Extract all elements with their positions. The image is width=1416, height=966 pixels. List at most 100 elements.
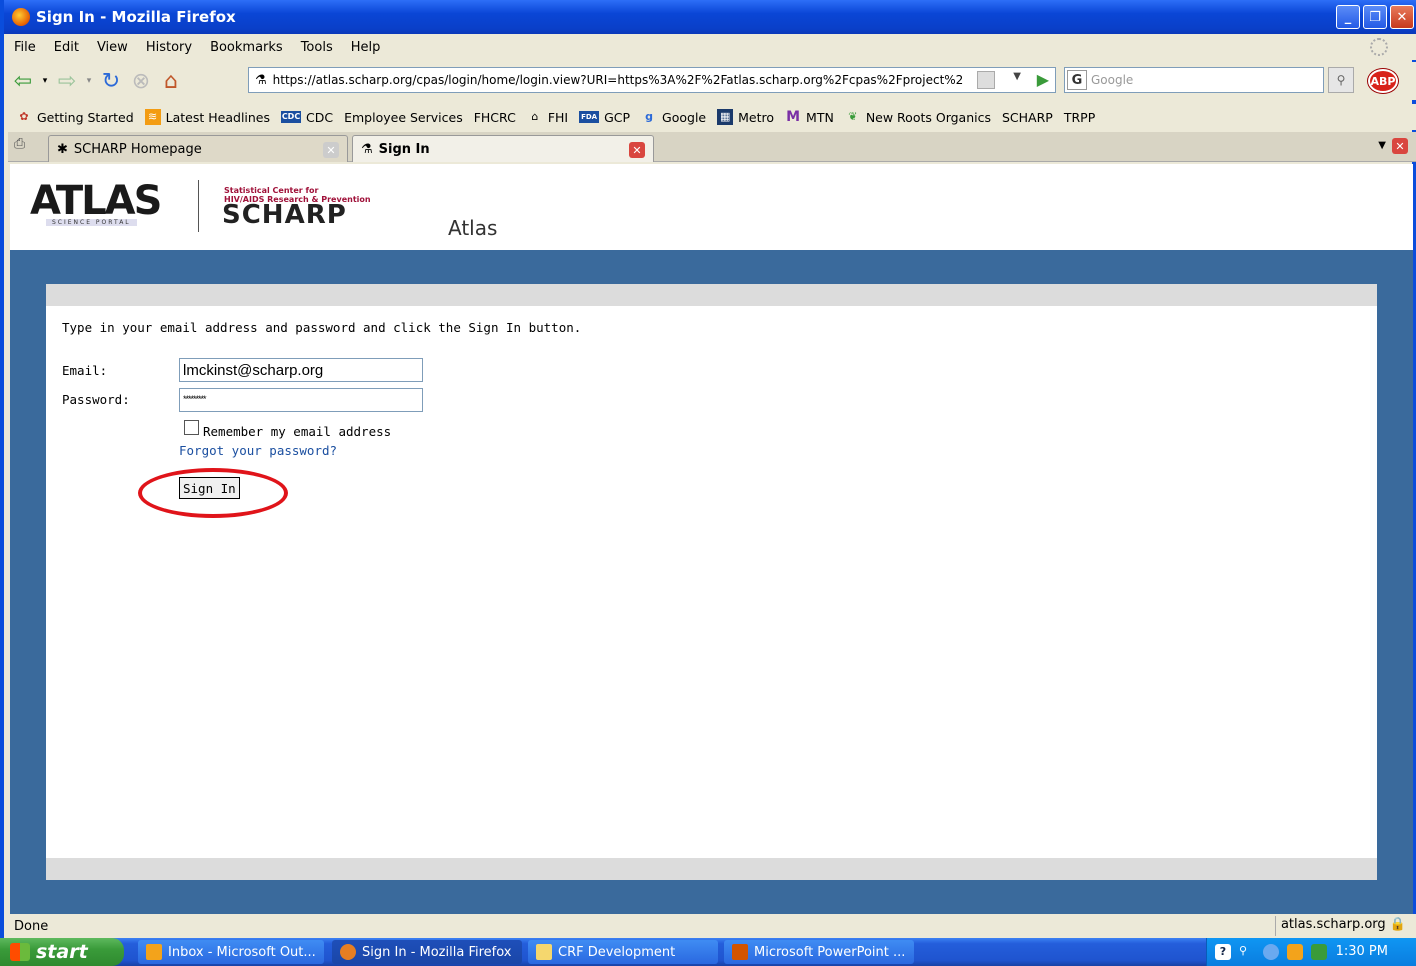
- search-box[interactable]: G Google: [1064, 67, 1324, 93]
- task-crf-development[interactable]: CRF Development: [528, 940, 718, 964]
- task-powerpoint[interactable]: Microsoft PowerPoint ...: [724, 940, 914, 964]
- feed-icon[interactable]: [977, 71, 995, 89]
- tab-close-icon[interactable]: ✕: [323, 142, 339, 158]
- bookmarks-toolbar: ✿ Getting Started ≋ Latest Headlines CDC CD…: [8, 104, 1416, 284]
- google-icon: g: [645, 110, 653, 123]
- bookmark-trpp[interactable]: TRPP: [14, 110, 1095, 284]
- site-flask-icon: ⚗: [255, 72, 267, 88]
- browser-window: Sign In - Mozilla Firefox _ ❐ ✕ File Edi…: [0, 0, 1416, 938]
- google-engine-icon[interactable]: G: [1067, 70, 1087, 90]
- close-button[interactable]: ✕: [1390, 5, 1414, 29]
- new-tab-icon[interactable]: ⎙: [14, 136, 40, 158]
- network-icon[interactable]: ⚲: [1239, 944, 1255, 960]
- panel-bottom-bar: [46, 858, 1377, 880]
- throbber-icon: [1370, 38, 1388, 56]
- tab-list-dropdown-icon[interactable]: ▼: [1378, 140, 1386, 151]
- tab-close-icon[interactable]: ✕: [629, 142, 645, 158]
- firefox-icon: [12, 8, 30, 26]
- powerpoint-icon: [732, 944, 748, 960]
- login-instructions: Type in your email address and password …: [62, 320, 582, 335]
- password-field[interactable]: *********: [179, 388, 423, 412]
- metro-icon: ▦: [717, 109, 734, 125]
- menu-bookmarks[interactable]: Bookmarks: [210, 40, 283, 55]
- bookmark-gcp[interactable]: FDA GCP: [579, 110, 630, 125]
- search-magnifier-button[interactable]: ⚲: [1328, 67, 1354, 93]
- search-placeholder: Google: [1091, 73, 1134, 87]
- menu-file[interactable]: File: [14, 40, 36, 55]
- back-button[interactable]: ⇦: [8, 67, 38, 95]
- clock: 1:30 PM: [1335, 944, 1388, 959]
- forward-history-dropdown[interactable]: ▾: [82, 67, 96, 95]
- back-circle-icon[interactable]: [1263, 944, 1279, 960]
- restore-button[interactable]: ❐: [1363, 5, 1387, 29]
- url-dropdown-icon[interactable]: ▼: [1013, 71, 1021, 82]
- security-tray-icon[interactable]: [1311, 944, 1327, 960]
- flask-favicon-icon: ⚗: [361, 141, 373, 157]
- panel-top-bar: [46, 284, 1377, 306]
- title-bar[interactable]: Sign In - Mozilla Firefox _ ❐ ✕: [4, 0, 1416, 34]
- firefox-bookmark-icon: ✿: [19, 110, 29, 123]
- adblock-plus-button[interactable]: ABP: [1368, 69, 1398, 93]
- atlas-logo-subtitle: SCIENCE PORTAL: [46, 219, 137, 226]
- bookmark-getting-started[interactable]: ✿ Getting Started: [16, 109, 133, 125]
- window-title: Sign In - Mozilla Firefox: [36, 8, 236, 26]
- go-arrow-icon[interactable]: ▶: [1037, 70, 1049, 89]
- status-text: Done: [14, 918, 49, 934]
- email-label: Email:: [62, 363, 108, 378]
- firefox-icon: [340, 944, 356, 960]
- url-bar[interactable]: ⚗ https://atlas.scharp.org/cpas/login/ho…: [248, 67, 1056, 93]
- bookmark-fhcrc[interactable]: FHCRC: [14, 110, 516, 284]
- menu-tools[interactable]: Tools: [301, 40, 333, 55]
- bookmark-new-roots-organics[interactable]: ❦ New Roots Organics: [845, 109, 991, 125]
- navigation-toolbar: ⇦ ▾ ⇨ ▾ ↻ ⊗ ⌂ ⚗ https://atlas.scharp.org…: [8, 62, 1416, 100]
- remember-email-checkbox[interactable]: [184, 420, 199, 435]
- menu-history[interactable]: History: [146, 40, 192, 55]
- forgot-password-link[interactable]: Forgot your password?: [179, 443, 337, 458]
- header-divider: [198, 180, 199, 232]
- task-firefox[interactable]: Sign In - Mozilla Firefox: [332, 940, 522, 964]
- fhi-icon: ⌂: [531, 110, 539, 123]
- bookmark-mtn[interactable]: M MTN: [785, 109, 834, 125]
- start-button[interactable]: start: [0, 938, 124, 966]
- lock-icon[interactable]: 🔒: [1390, 917, 1406, 932]
- menu-help[interactable]: Help: [351, 40, 381, 55]
- help-icon[interactable]: ?: [1215, 944, 1231, 960]
- cdc-icon: CDC: [281, 111, 302, 123]
- app-name: Atlas: [448, 216, 498, 240]
- windows-flag-icon: [10, 943, 30, 961]
- bookmark-metro[interactable]: ▦ Metro: [717, 109, 774, 125]
- folder-icon: [536, 944, 552, 960]
- bookmark-google[interactable]: g Google: [641, 109, 706, 125]
- reload-button[interactable]: ↻: [96, 67, 126, 95]
- url-text[interactable]: https://atlas.scharp.org/cpas/login/home…: [273, 73, 964, 87]
- close-tab-icon[interactable]: ✕: [1392, 138, 1408, 154]
- tab-bar: ⎙ ✱ SCHARP Homepage ✕ ⚗ Sign In ✕ ▼ ✕: [8, 132, 1416, 162]
- tab-scharp-homepage[interactable]: ✱ SCHARP Homepage ✕: [48, 135, 348, 162]
- highlight-circle: [138, 468, 288, 518]
- minimize-button[interactable]: _: [1336, 5, 1360, 29]
- menu-edit[interactable]: Edit: [54, 40, 79, 55]
- bookmark-fhi[interactable]: ⌂ FHI: [527, 109, 568, 125]
- bookmark-latest-headlines[interactable]: ≋ Latest Headlines: [144, 109, 270, 125]
- forward-button[interactable]: ⇨: [52, 67, 82, 95]
- home-button[interactable]: ⌂: [156, 67, 186, 95]
- email-field[interactable]: [179, 358, 423, 382]
- atlas-logo: ATLAS: [30, 178, 162, 224]
- menu-view[interactable]: View: [97, 40, 128, 55]
- status-bar: Done atlas.scharp.org 🔒: [8, 914, 1416, 938]
- login-panel: Type in your email address and password …: [46, 284, 1377, 880]
- site-header: ATLAS SCIENCE PORTAL Statistical Center …: [10, 164, 1413, 250]
- page-content: ATLAS SCIENCE PORTAL Statistical Center …: [10, 164, 1413, 914]
- tab-label: Sign In: [378, 141, 430, 157]
- task-outlook[interactable]: Inbox - Microsoft Out...: [138, 940, 324, 964]
- bookmark-employee-services[interactable]: Employee Services: [14, 110, 463, 284]
- bookmark-scharp[interactable]: SCHARP: [14, 110, 1053, 284]
- system-tray: ? ⚲ 1:30 PM: [1206, 938, 1416, 966]
- outlook-tray-icon[interactable]: [1287, 944, 1303, 960]
- back-history-dropdown[interactable]: ▾: [38, 67, 52, 95]
- windows-taskbar: start Inbox - Microsoft Out... Sign In -…: [0, 938, 1416, 966]
- tab-sign-in[interactable]: ⚗ Sign In ✕: [352, 135, 654, 162]
- bookmark-cdc[interactable]: CDC CDC: [281, 110, 333, 125]
- stop-button[interactable]: ⊗: [126, 67, 156, 95]
- password-label: Password:: [62, 392, 130, 407]
